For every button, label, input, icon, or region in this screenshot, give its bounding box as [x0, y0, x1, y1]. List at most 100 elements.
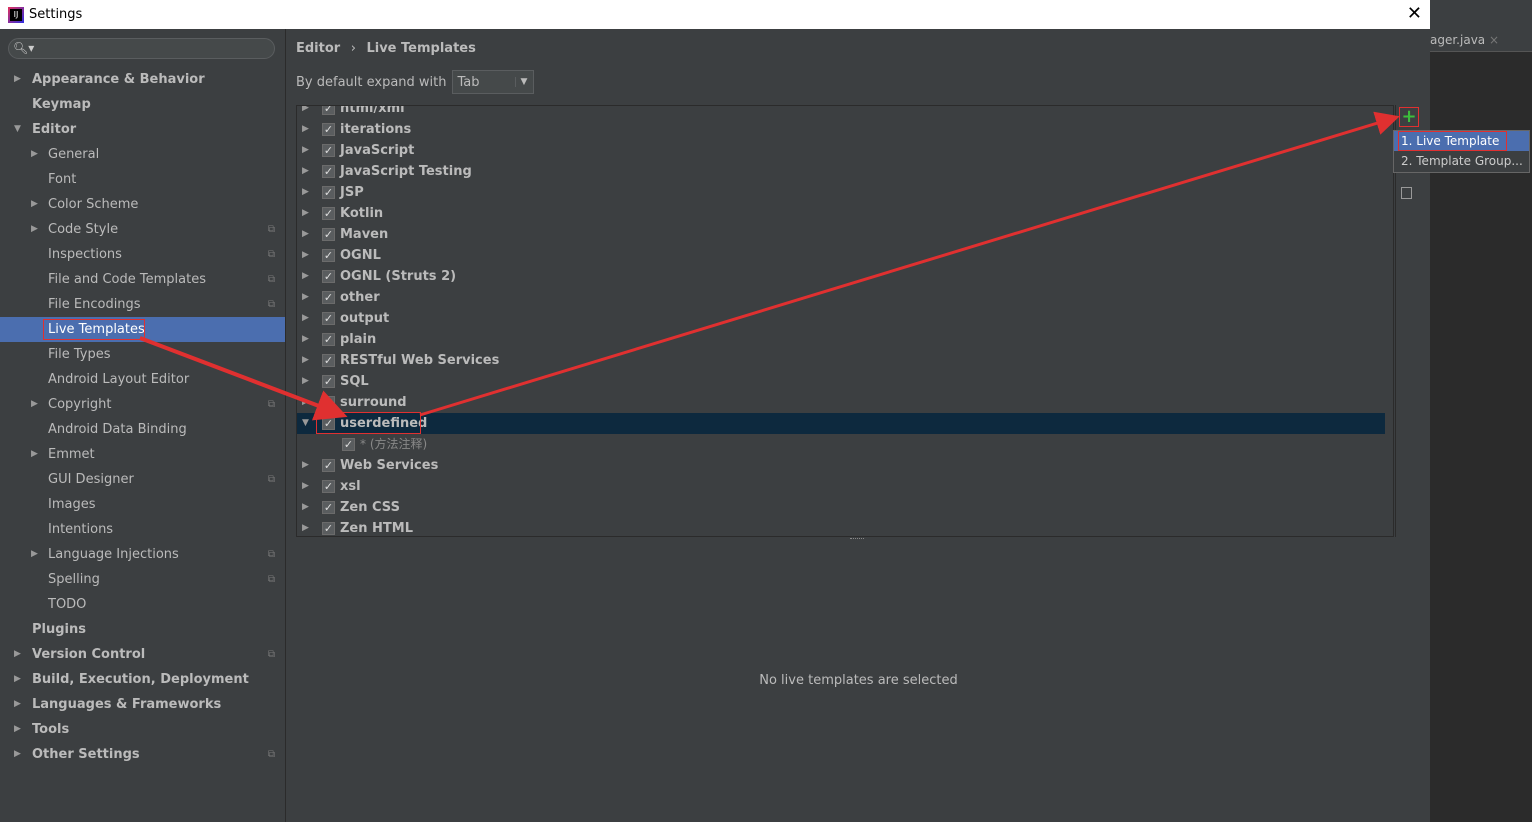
sidebar-item[interactable]: ▶ Other Settings ⧉ — [0, 742, 285, 767]
sidebar-item[interactable]: Keymap — [0, 92, 285, 117]
chevron-right-icon[interactable]: ▶ — [302, 106, 309, 119]
plus-icon[interactable]: + — [1399, 107, 1419, 127]
chevron-right-icon[interactable]: ▶ — [302, 329, 309, 350]
sidebar-item[interactable]: Intentions — [0, 517, 285, 542]
tree-row[interactable]: ▶ ✓ other — [297, 287, 1385, 308]
splitter-handle[interactable] — [850, 538, 864, 540]
tree-row[interactable]: ▶ ✓ html/xml — [297, 106, 1385, 119]
chevron-right-icon[interactable]: ▶ — [31, 442, 38, 467]
tree-row[interactable]: ▶ ✓ Zen HTML — [297, 518, 1385, 536]
sidebar-item[interactable]: File Types — [0, 342, 285, 367]
checkbox[interactable]: ✓ — [322, 522, 335, 535]
chevron-right-icon[interactable]: ▶ — [302, 497, 309, 518]
chevron-right-icon[interactable]: ▶ — [302, 518, 309, 536]
sidebar-item[interactable]: ▶ Language Injections ⧉ — [0, 542, 285, 567]
tree-row[interactable]: ▶ ✓ Kotlin — [297, 203, 1385, 224]
sidebar-item[interactable]: Font — [0, 167, 285, 192]
chevron-right-icon[interactable]: ▶ — [302, 245, 309, 266]
checkbox[interactable]: ✓ — [322, 417, 335, 430]
tree-row[interactable]: ▶ ✓ Web Services — [297, 455, 1385, 476]
sidebar-item[interactable]: File and Code Templates ⧉ — [0, 267, 285, 292]
checkbox[interactable]: ✓ — [322, 396, 335, 409]
chevron-down-icon[interactable]: ▼ — [14, 117, 21, 142]
close-icon[interactable]: ✕ — [1407, 3, 1422, 24]
sidebar-item[interactable]: ▶ Tools — [0, 717, 285, 742]
sidebar-item[interactable]: ▶ Copyright ⧉ — [0, 392, 285, 417]
chevron-right-icon[interactable]: ▶ — [31, 217, 38, 242]
checkbox[interactable]: ✓ — [322, 228, 335, 241]
chevron-right-icon[interactable]: ▶ — [14, 667, 21, 692]
expand-key-select[interactable]: Tab ▼ — [451, 70, 534, 94]
tree-row[interactable]: ▶ ✓ plain — [297, 329, 1385, 350]
checkbox[interactable]: ✓ — [322, 312, 335, 325]
checkbox[interactable]: ✓ — [322, 165, 335, 178]
chevron-right-icon[interactable]: ▶ — [302, 140, 309, 161]
chevron-right-icon[interactable]: ▶ — [31, 542, 38, 567]
tree-row[interactable]: ▶ ✓ iterations — [297, 119, 1385, 140]
chevron-right-icon[interactable]: ▶ — [302, 455, 309, 476]
tree-row[interactable]: ▶ ✓ Maven — [297, 224, 1385, 245]
sidebar-item[interactable]: TODO — [0, 592, 285, 617]
chevron-right-icon[interactable]: ▶ — [302, 287, 309, 308]
tree-row[interactable]: ▶ ✓ surround — [297, 392, 1385, 413]
checkbox[interactable]: ✓ — [322, 480, 335, 493]
editor-tab[interactable]: ager.java — [1430, 33, 1485, 47]
chevron-right-icon[interactable]: ▶ — [302, 182, 309, 203]
checkbox[interactable]: ✓ — [322, 501, 335, 514]
tree-row[interactable]: ✓ * (方法注释) — [297, 434, 1385, 455]
chevron-right-icon[interactable]: ▶ — [302, 350, 309, 371]
sidebar-item[interactable]: GUI Designer ⧉ — [0, 467, 285, 492]
chevron-right-icon[interactable]: ▶ — [14, 642, 21, 667]
sidebar-item[interactable]: ▶ Version Control ⧉ — [0, 642, 285, 667]
sidebar-item[interactable]: ▶ Languages & Frameworks — [0, 692, 285, 717]
checkbox[interactable]: ✓ — [322, 186, 335, 199]
tree-row[interactable]: ▶ ✓ output — [297, 308, 1385, 329]
sidebar-item[interactable]: Inspections ⧉ — [0, 242, 285, 267]
tree-row[interactable]: ▶ ✓ Zen CSS — [297, 497, 1385, 518]
checkbox[interactable]: ✓ — [322, 333, 335, 346]
checkbox[interactable]: ✓ — [322, 123, 335, 136]
sidebar-item[interactable]: ▶ Color Scheme — [0, 192, 285, 217]
checkbox[interactable]: ✓ — [342, 438, 355, 451]
list-icon[interactable] — [1401, 187, 1412, 199]
checkbox[interactable]: ✓ — [322, 106, 335, 115]
chevron-right-icon[interactable]: ▶ — [31, 392, 38, 417]
chevron-right-icon[interactable]: ▶ — [302, 266, 309, 287]
chevron-right-icon[interactable]: ▶ — [302, 203, 309, 224]
tree-row[interactable]: ▶ ✓ JavaScript — [297, 140, 1385, 161]
sidebar-item[interactable]: ▶ General — [0, 142, 285, 167]
chevron-right-icon[interactable]: ▶ — [14, 742, 21, 767]
checkbox[interactable]: ✓ — [322, 207, 335, 220]
menu-item-live-template[interactable]: 1. Live Template — [1394, 131, 1529, 151]
sidebar-item[interactable]: Plugins — [0, 617, 285, 642]
tree-row[interactable]: ▶ ✓ OGNL — [297, 245, 1385, 266]
sidebar-item[interactable]: ▶ Emmet — [0, 442, 285, 467]
sidebar-item[interactable]: File Encodings ⧉ — [0, 292, 285, 317]
sidebar-item[interactable]: ▶ Appearance & Behavior — [0, 67, 285, 92]
chevron-right-icon[interactable]: ▶ — [302, 392, 309, 413]
chevron-right-icon[interactable]: ▶ — [302, 308, 309, 329]
chevron-right-icon[interactable]: ▶ — [302, 119, 309, 140]
chevron-right-icon[interactable]: ▶ — [31, 192, 38, 217]
checkbox[interactable]: ✓ — [322, 375, 335, 388]
checkbox[interactable]: ✓ — [322, 354, 335, 367]
chevron-right-icon[interactable]: ▶ — [14, 717, 21, 742]
chevron-right-icon[interactable]: ▶ — [302, 224, 309, 245]
sidebar-item[interactable]: ▶ Code Style ⧉ — [0, 217, 285, 242]
chevron-right-icon[interactable]: ▶ — [302, 371, 309, 392]
tree-row[interactable]: ▶ ✓ RESTful Web Services — [297, 350, 1385, 371]
sidebar-item[interactable]: Android Data Binding — [0, 417, 285, 442]
tree-row[interactable]: ▶ ✓ OGNL (Struts 2) — [297, 266, 1385, 287]
checkbox[interactable]: ✓ — [322, 144, 335, 157]
tree-row[interactable]: ▶ ✓ JSP — [297, 182, 1385, 203]
chevron-right-icon[interactable]: ▶ — [14, 67, 21, 92]
checkbox[interactable]: ✓ — [322, 270, 335, 283]
sidebar-item[interactable]: Live Templates — [0, 317, 285, 342]
tab-close-icon[interactable]: × — [1489, 33, 1499, 47]
chevron-right-icon[interactable]: ▶ — [302, 161, 309, 182]
menu-item-template-group[interactable]: 2. Template Group... — [1394, 151, 1529, 171]
sidebar-item[interactable]: Spelling ⧉ — [0, 567, 285, 592]
chevron-down-icon[interactable]: ▼ — [302, 413, 309, 434]
tree-row[interactable]: ▶ ✓ xsl — [297, 476, 1385, 497]
tree-row[interactable]: ▼ ✓ userdefined — [297, 413, 1385, 434]
